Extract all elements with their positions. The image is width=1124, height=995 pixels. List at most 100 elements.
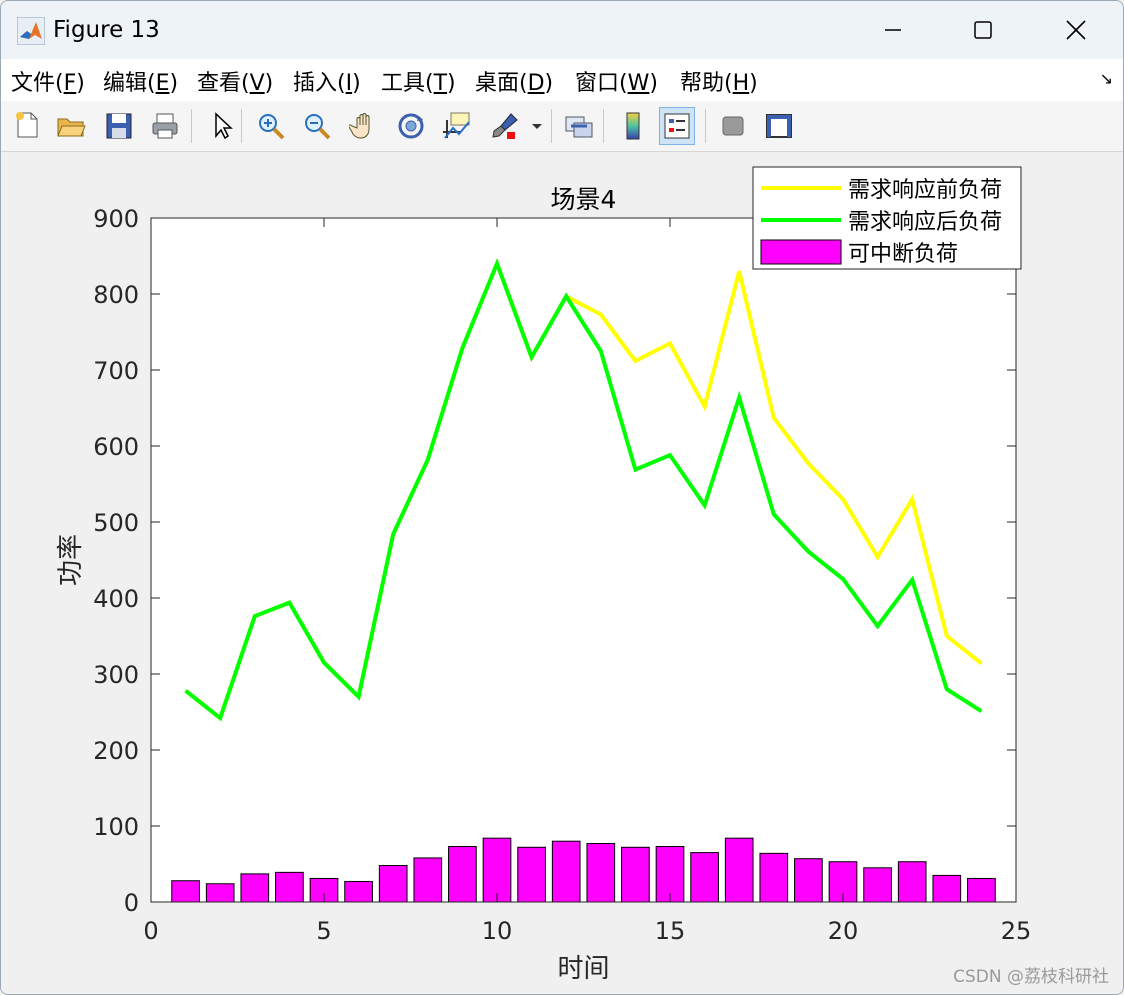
- minimize-icon: [885, 29, 901, 31]
- y-tick-label: 0: [124, 889, 139, 917]
- legend-entry: 需求响应前负荷: [848, 178, 1002, 203]
- bar-mark: [517, 846, 546, 903]
- chart-title: 场景4: [551, 185, 617, 214]
- print-button[interactable]: [147, 107, 183, 145]
- window-title: Figure 13: [53, 17, 160, 43]
- colorbar-icon: [626, 112, 640, 140]
- legend-entry: 需求响应后负荷: [848, 210, 1002, 235]
- x-tick-label: 0: [143, 917, 158, 945]
- matlab-icon: [17, 17, 45, 45]
- zoom-out-icon: [305, 114, 331, 140]
- pointer-button[interactable]: [203, 107, 239, 145]
- y-tick-label: 100: [93, 813, 139, 841]
- new-file-button[interactable]: [9, 107, 45, 145]
- brush-dropdown-button[interactable]: [529, 107, 545, 145]
- bar-mark: [448, 846, 477, 903]
- maximize-icon: [974, 21, 992, 39]
- menu-item-i[interactable]: 插入(I): [293, 65, 361, 97]
- title-bar: Figure 13: [1, 1, 1123, 59]
- y-tick-label: 700: [93, 357, 139, 385]
- menu-label: 窗口(: [575, 71, 628, 96]
- zoom-out-button[interactable]: [299, 107, 335, 145]
- menu-label-tail: ): [264, 71, 274, 96]
- toolbar-separator: [705, 109, 706, 143]
- menu-item-t[interactable]: 工具(T): [381, 65, 456, 97]
- menu-access-key: D: [527, 71, 545, 96]
- legend-button[interactable]: [659, 107, 695, 145]
- menu-bar: ↘ 文件(F) 编辑(E) 查看(V) 插入(I) 工具(T) 桌面(D) 窗口(W) 帮助(…: [1, 59, 1123, 102]
- bar-mark: [378, 865, 408, 903]
- menu-item-v[interactable]: 查看(V): [197, 65, 273, 97]
- bar-mark: [344, 880, 373, 903]
- menu-item-w[interactable]: 窗口(W): [575, 65, 658, 97]
- toolbar-separator: [603, 109, 604, 143]
- menu-item-f[interactable]: 文件(F): [11, 65, 85, 97]
- x-tick-label: 5: [316, 917, 331, 945]
- rotate-3d-icon: [398, 113, 424, 139]
- bar-mark: [794, 858, 823, 903]
- minimize-button[interactable]: [863, 9, 923, 51]
- menu-label-tail: ): [649, 71, 658, 96]
- menu-label-tail: ): [447, 71, 456, 96]
- link-plot-icon: [565, 116, 593, 138]
- pan-hand-icon: [349, 113, 370, 139]
- menu-item-d[interactable]: 桌面(D): [475, 65, 553, 97]
- open-folder-icon: [57, 118, 86, 137]
- bar-mark: [551, 840, 581, 903]
- menu-item-h[interactable]: 帮助(H): [680, 65, 758, 97]
- open-folder-button[interactable]: [53, 107, 89, 145]
- bar-mark: [275, 871, 304, 903]
- bar-mark: [205, 883, 235, 903]
- chevron-down-icon: [532, 124, 542, 129]
- hide-plot-tools-button[interactable]: [715, 107, 751, 145]
- bar-mark: [621, 846, 650, 903]
- figure-window: Figure 13 ↘ 文件(F) 编辑(E) 查看(V) 插入(I) 工具(T) 桌面(…: [0, 0, 1124, 995]
- menu-dock-arrow-icon[interactable]: ↘: [1100, 69, 1113, 88]
- colorbar-button[interactable]: [615, 107, 651, 145]
- zoom-in-button[interactable]: [253, 107, 289, 145]
- y-tick-label: 600: [93, 433, 139, 461]
- menu-access-key: W: [627, 71, 650, 96]
- show-plot-tools-button[interactable]: [761, 107, 797, 145]
- y-tick-label: 400: [93, 585, 139, 613]
- menu-label: 文件(: [11, 71, 64, 96]
- save-button[interactable]: [101, 107, 137, 145]
- y-tick-label: 200: [93, 737, 139, 765]
- x-tick-label: 15: [655, 917, 686, 945]
- menu-label-tail: ): [169, 71, 179, 96]
- bar-mark: [171, 880, 200, 903]
- bar-mark: [586, 842, 616, 903]
- brush-icon: [492, 113, 518, 139]
- save-icon: [106, 113, 132, 139]
- menu-label: 查看(: [197, 71, 250, 96]
- bar-mark: [240, 873, 270, 903]
- pan-hand-button[interactable]: [347, 107, 383, 145]
- legend-icon: [664, 113, 690, 139]
- bar-mark: [897, 861, 927, 903]
- menu-item-e[interactable]: 编辑(E): [103, 65, 178, 97]
- brush-button[interactable]: [487, 107, 523, 145]
- bar-mark: [482, 837, 512, 903]
- toolbar-separator: [551, 109, 552, 143]
- y-tick-label: 900: [93, 205, 139, 233]
- bar-mark: [863, 867, 892, 903]
- toolbar-separator: [191, 109, 192, 143]
- close-icon: [1066, 20, 1086, 40]
- print-icon: [152, 113, 178, 139]
- chart-svg: 0 5 10 15 20 25 0 100 200 300 400 500 600 700 800 900 场景…: [56, 166, 1109, 987]
- bar-mark: [967, 877, 996, 903]
- rotate-3d-button[interactable]: [393, 107, 429, 145]
- legend-entry: 可中断负荷: [848, 242, 958, 267]
- data-cursor-icon: [443, 112, 470, 139]
- toolbar-separator: [241, 109, 242, 143]
- hide-plot-tools-icon: [722, 116, 744, 136]
- zoom-in-icon: [259, 114, 285, 140]
- close-button[interactable]: [1046, 9, 1106, 51]
- watermark: CSDN @荔枝科研社: [953, 967, 1109, 987]
- menu-label: 帮助(: [680, 71, 733, 96]
- toolbar: [1, 101, 1123, 152]
- data-cursor-button[interactable]: [439, 107, 475, 145]
- bar-mark: [690, 852, 719, 903]
- maximize-button[interactable]: [953, 9, 1013, 51]
- link-plot-button[interactable]: [561, 107, 597, 145]
